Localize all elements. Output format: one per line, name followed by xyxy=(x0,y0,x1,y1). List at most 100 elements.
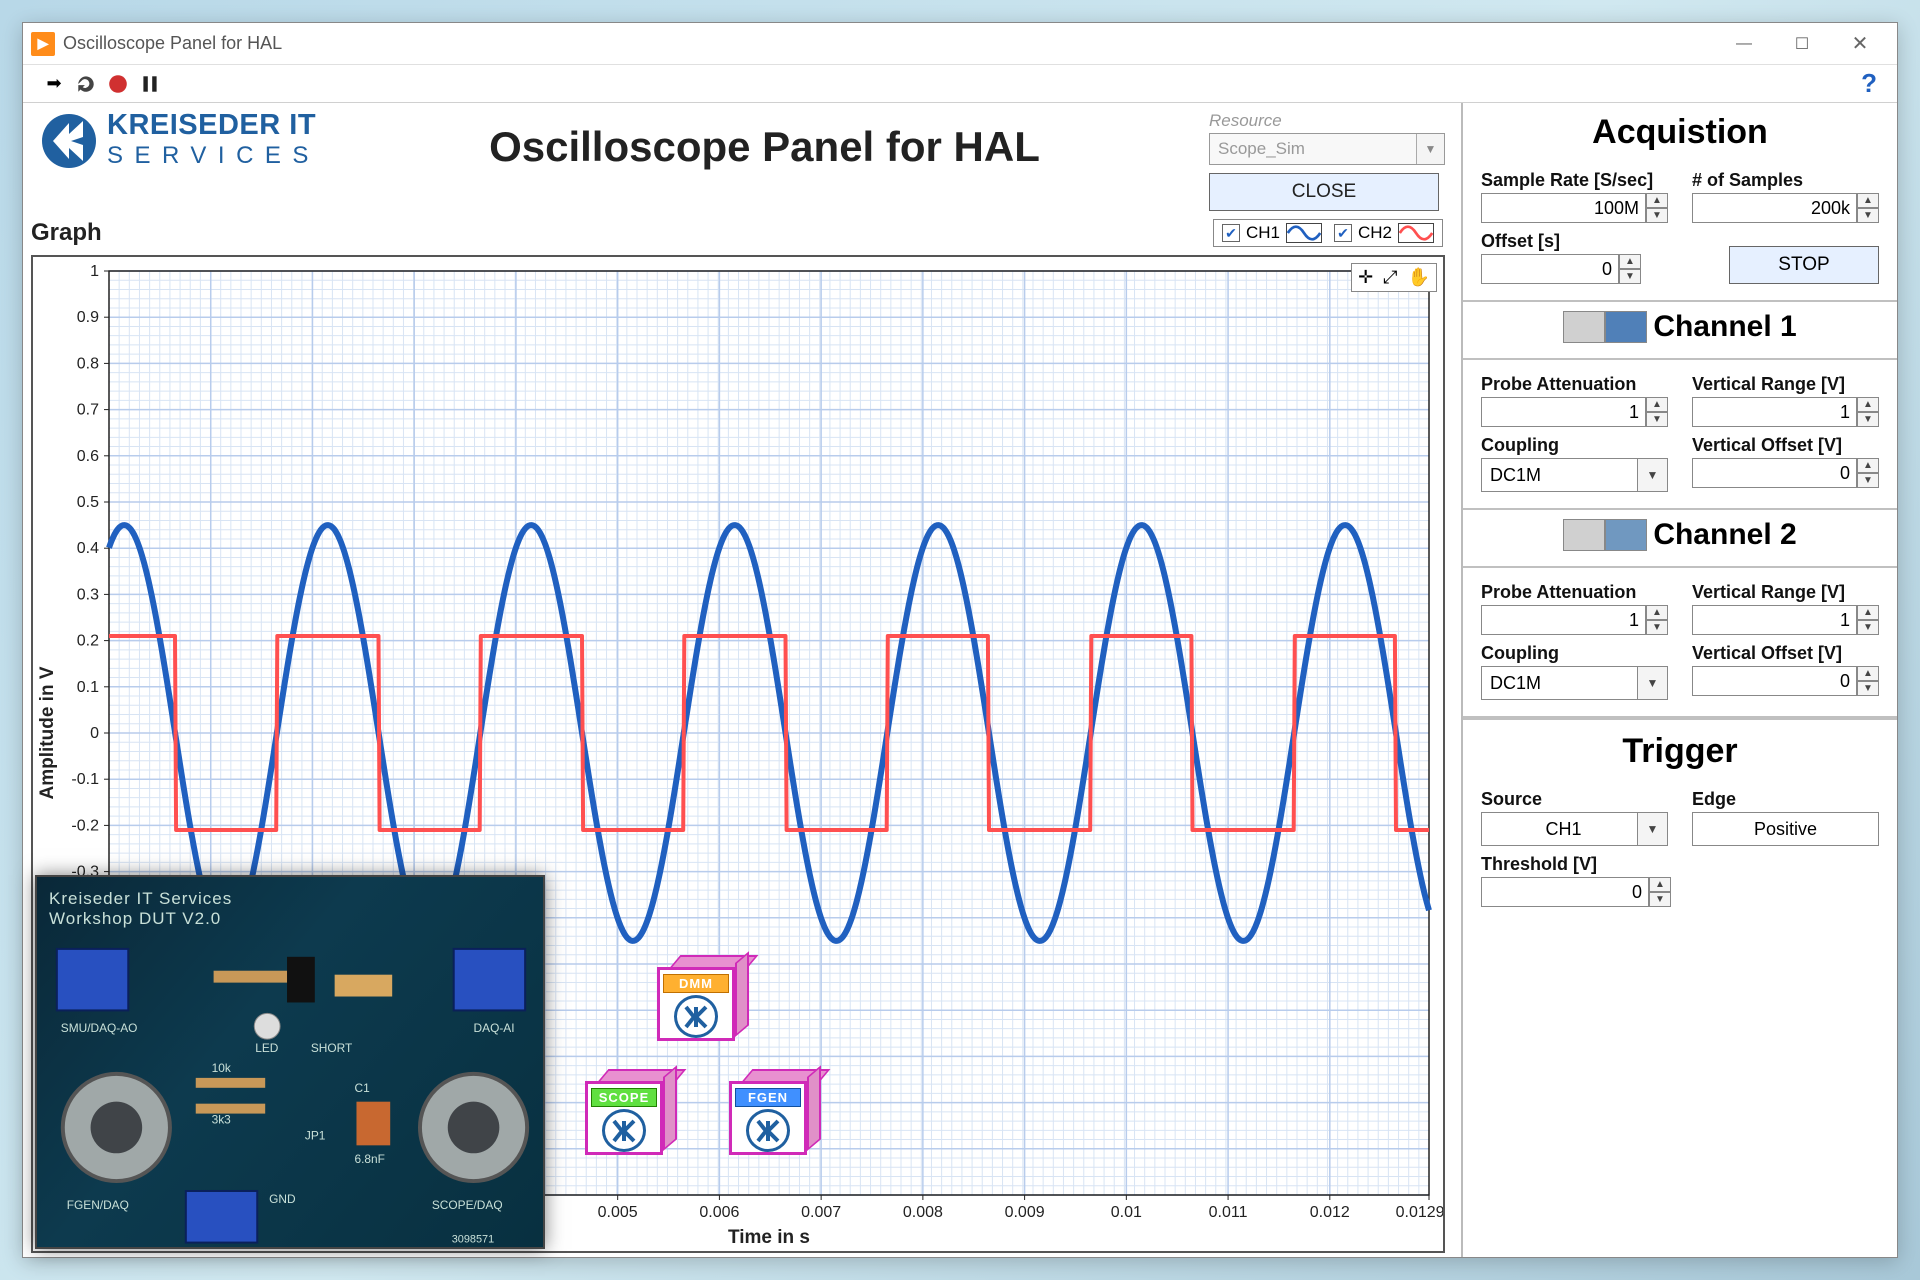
svg-text:0.7: 0.7 xyxy=(77,402,99,419)
ch2-title: Channel 2 xyxy=(1653,518,1796,552)
scope-badge: SCOPE xyxy=(591,1088,657,1107)
dmm-box[interactable]: DMM xyxy=(657,955,747,1041)
svg-text:0.01: 0.01 xyxy=(1111,1204,1142,1221)
zoom-tool-icon[interactable]: ⤢ xyxy=(1383,267,1397,288)
ch2-swatch xyxy=(1563,519,1647,551)
svg-text:GND: GND xyxy=(269,1192,296,1206)
trigger-source-label: Source xyxy=(1481,789,1668,810)
down-arrow-icon[interactable]: ▼ xyxy=(1857,620,1879,635)
acquisition-title: Acquistion xyxy=(1481,109,1879,162)
resource-select[interactable]: Scope_Sim ▼ xyxy=(1209,133,1445,165)
ch1-probe-input[interactable]: 1▲▼ xyxy=(1481,397,1668,427)
channel2-section: Channel 2 Probe Attenuation 1▲▼ Vertical… xyxy=(1463,510,1897,718)
trigger-edge-label: Edge xyxy=(1692,789,1879,810)
stop-button[interactable]: STOP xyxy=(1729,246,1879,284)
graph-label: Graph xyxy=(31,219,102,247)
logo-line2: SERVICES xyxy=(107,140,320,171)
ch2-checkbox[interactable]: ✔ xyxy=(1334,224,1352,242)
svg-text:0.006: 0.006 xyxy=(699,1204,739,1221)
down-arrow-icon[interactable]: ▼ xyxy=(1857,208,1879,223)
down-arrow-icon[interactable]: ▼ xyxy=(1646,208,1668,223)
num-samples-input[interactable]: 200k ▲▼ xyxy=(1692,193,1879,223)
close-panel-button[interactable]: CLOSE xyxy=(1209,173,1439,211)
legend-item-ch1: ✔ CH1 xyxy=(1222,223,1322,243)
scope-box[interactable]: SCOPE xyxy=(585,1069,675,1155)
help-icon[interactable]: ? xyxy=(1861,68,1877,99)
legend-item-ch2: ✔ CH2 xyxy=(1334,223,1434,243)
svg-text:0.011: 0.011 xyxy=(1209,1204,1248,1221)
down-arrow-icon[interactable]: ▼ xyxy=(1857,412,1879,427)
svg-text:0.012: 0.012 xyxy=(1310,1204,1350,1221)
cursor-tool-icon[interactable]: ✛ xyxy=(1358,267,1373,288)
ch1-vrange-input[interactable]: 1▲▼ xyxy=(1692,397,1879,427)
svg-text:6.8nF: 6.8nF xyxy=(354,1152,384,1166)
up-arrow-icon[interactable]: ▲ xyxy=(1857,666,1879,681)
up-arrow-icon[interactable]: ▲ xyxy=(1649,877,1671,892)
chevron-down-icon: ▼ xyxy=(1637,813,1667,845)
down-arrow-icon[interactable]: ▼ xyxy=(1649,892,1671,907)
legend: ✔ CH1 ✔ CH2 xyxy=(1213,219,1443,247)
minimize-button[interactable]: — xyxy=(1715,25,1773,63)
chevron-down-icon: ▼ xyxy=(1416,134,1444,164)
maximize-button[interactable]: ☐ xyxy=(1773,25,1831,63)
window-controls: — ☐ ✕ xyxy=(1715,25,1889,63)
trigger-source-select[interactable]: CH1▼ xyxy=(1481,812,1668,846)
up-arrow-icon[interactable]: ▲ xyxy=(1857,605,1879,620)
svg-text:Time in s: Time in s xyxy=(728,1227,810,1248)
ch2-vrange-label: Vertical Range [V] xyxy=(1692,582,1879,603)
offset-input[interactable]: 0 ▲▼ xyxy=(1481,254,1641,284)
ch2-vrange-input[interactable]: 1▲▼ xyxy=(1692,605,1879,635)
svg-text:SMU/DAQ-AO: SMU/DAQ-AO xyxy=(61,1021,138,1035)
ch2-probe-input[interactable]: 1▲▼ xyxy=(1481,605,1668,635)
logo: KREISEDER IT SERVICES xyxy=(39,111,320,171)
abort-icon[interactable] xyxy=(107,73,129,95)
down-arrow-icon[interactable]: ▼ xyxy=(1646,620,1668,635)
side-panel: Acquistion Sample Rate [S/sec] 100M ▲▼ #… xyxy=(1463,103,1897,1257)
main-panel: KREISEDER IT SERVICES Oscilloscope Panel… xyxy=(23,103,1463,1257)
run-continuous-icon[interactable] xyxy=(75,73,97,95)
svg-text:DAQ-AI: DAQ-AI xyxy=(474,1021,515,1035)
ch1-voffset-input[interactable]: 0▲▼ xyxy=(1692,458,1879,488)
ch2-voffset-label: Vertical Offset [V] xyxy=(1692,643,1879,664)
ch1-coupling-select[interactable]: DC1M▼ xyxy=(1481,458,1668,492)
ch1-title: Channel 1 xyxy=(1653,310,1796,344)
ch2-voffset-input[interactable]: 0▲▼ xyxy=(1692,666,1879,696)
ch1-swatch xyxy=(1563,311,1647,343)
svg-text:SHORT: SHORT xyxy=(311,1041,352,1055)
chevron-down-icon: ▼ xyxy=(1637,667,1667,699)
svg-text:0: 0 xyxy=(90,725,99,742)
trigger-edge-display[interactable]: Positive xyxy=(1692,812,1879,846)
down-arrow-icon[interactable]: ▼ xyxy=(1619,269,1641,284)
down-arrow-icon[interactable]: ▼ xyxy=(1857,681,1879,696)
ch1-checkbox[interactable]: ✔ xyxy=(1222,224,1240,242)
offset-label: Offset [s] xyxy=(1481,231,1641,252)
run-icon[interactable]: ➡ xyxy=(43,73,65,95)
svg-text:0.009: 0.009 xyxy=(1005,1204,1045,1221)
ch2-coupling-select[interactable]: DC1M▼ xyxy=(1481,666,1668,700)
svg-text:0.007: 0.007 xyxy=(801,1204,841,1221)
chevron-down-icon: ▼ xyxy=(1637,459,1667,491)
svg-text:0.5: 0.5 xyxy=(77,494,99,511)
sample-rate-input[interactable]: 100M ▲▼ xyxy=(1481,193,1668,223)
svg-text:0.3: 0.3 xyxy=(77,586,99,603)
legend-ch2-swatch xyxy=(1398,223,1434,243)
svg-text:3098571: 3098571 xyxy=(452,1234,494,1246)
window-title: Oscilloscope Panel for HAL xyxy=(63,33,1715,54)
down-arrow-icon[interactable]: ▼ xyxy=(1646,412,1668,427)
up-arrow-icon[interactable]: ▲ xyxy=(1857,397,1879,412)
num-samples-label: # of Samples xyxy=(1692,170,1879,191)
down-arrow-icon[interactable]: ▼ xyxy=(1857,473,1879,488)
up-arrow-icon[interactable]: ▲ xyxy=(1857,193,1879,208)
pause-icon[interactable] xyxy=(139,73,161,95)
close-window-button[interactable]: ✕ xyxy=(1831,25,1889,63)
fgen-box[interactable]: FGEN xyxy=(729,1069,819,1155)
trigger-threshold-input[interactable]: 0▲▼ xyxy=(1481,877,1671,907)
legend-ch1-swatch xyxy=(1286,223,1322,243)
up-arrow-icon[interactable]: ▲ xyxy=(1619,254,1641,269)
up-arrow-icon[interactable]: ▲ xyxy=(1646,605,1668,620)
up-arrow-icon[interactable]: ▲ xyxy=(1646,397,1668,412)
pan-tool-icon[interactable]: ✋ xyxy=(1408,267,1430,288)
app-window: ▶ Oscilloscope Panel for HAL — ☐ ✕ ➡ ? xyxy=(22,22,1898,1258)
up-arrow-icon[interactable]: ▲ xyxy=(1857,458,1879,473)
up-arrow-icon[interactable]: ▲ xyxy=(1646,193,1668,208)
